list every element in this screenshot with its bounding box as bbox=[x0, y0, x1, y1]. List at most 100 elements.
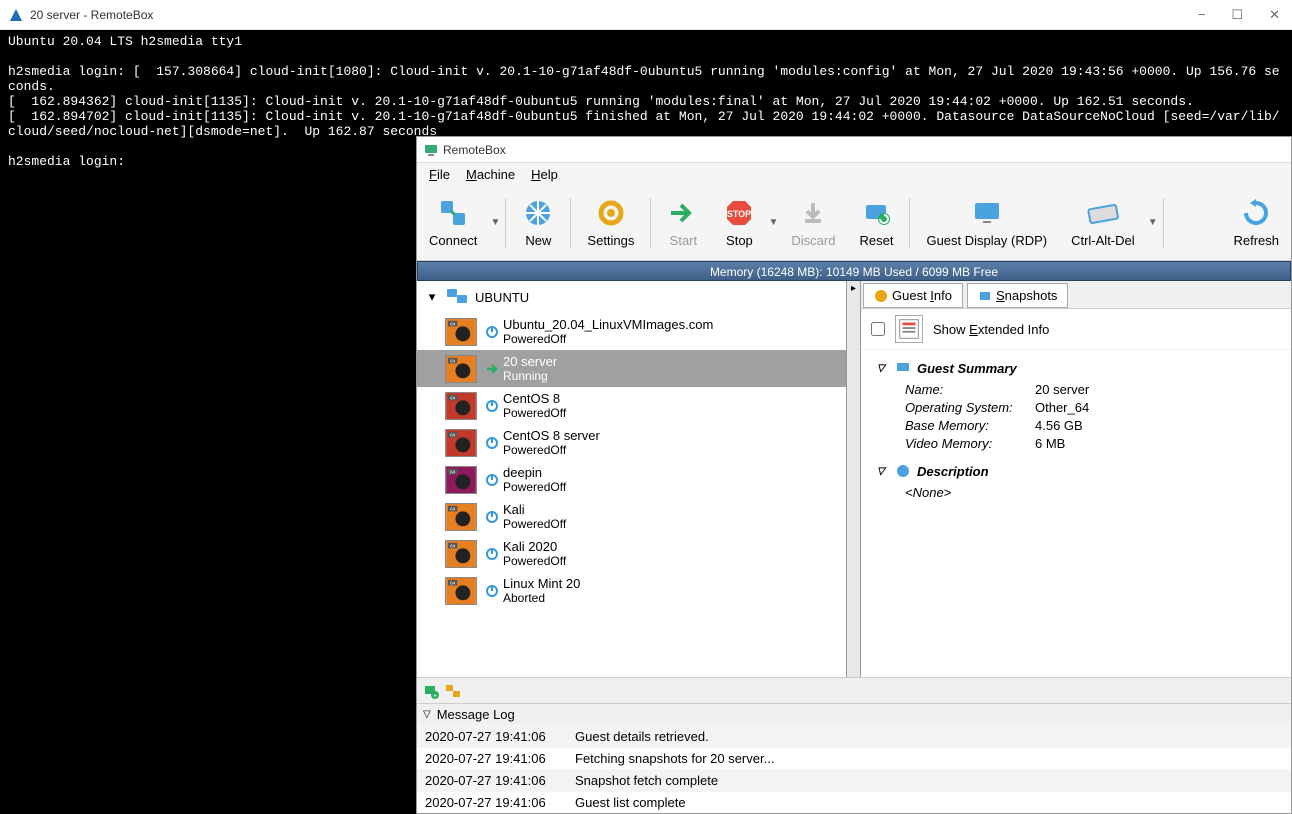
info-icon bbox=[874, 289, 888, 303]
detail-tabs: Guest Info Snapshots bbox=[861, 281, 1291, 309]
log-row: 2020-07-27 19:41:06Snapshot fetch comple… bbox=[417, 769, 1291, 791]
description-value: <None> bbox=[905, 485, 1275, 500]
discard-button[interactable]: Discard bbox=[779, 189, 847, 257]
vm-text: CentOS 8 serverPoweredOff bbox=[503, 428, 600, 457]
vid-value: 6 MB bbox=[1035, 436, 1065, 451]
menu-help[interactable]: Help bbox=[523, 165, 566, 184]
name-label: Name: bbox=[905, 382, 1035, 397]
summary-name-row: Name:20 server bbox=[905, 382, 1275, 397]
cad-dropdown[interactable]: ▼ bbox=[1147, 189, 1159, 257]
separator bbox=[909, 198, 910, 248]
add-vm-icon[interactable]: + bbox=[423, 683, 439, 699]
discard-label: Discard bbox=[791, 233, 835, 248]
separator bbox=[570, 198, 571, 248]
log-timestamp: 2020-07-27 19:41:06 bbox=[425, 773, 575, 788]
show-extended-checkbox[interactable] bbox=[871, 322, 885, 336]
maximize-button[interactable]: ☐ bbox=[1227, 5, 1247, 25]
remotebox-title: RemoteBox bbox=[443, 143, 506, 157]
vm-item[interactable]: 64CentOS 8PoweredOff bbox=[417, 387, 846, 424]
vm-state: Running bbox=[503, 369, 557, 383]
vm-name: Kali bbox=[503, 502, 566, 517]
stop-label: Stop bbox=[726, 233, 753, 248]
tab-guest-info[interactable]: Guest Info bbox=[863, 283, 963, 308]
description-title: Description bbox=[917, 464, 989, 479]
remotebox-window: RemoteBox File Machine Help Connect ▼ Ne… bbox=[416, 136, 1292, 814]
reset-button[interactable]: Reset bbox=[847, 189, 905, 257]
collapse-icon[interactable]: ▽ bbox=[877, 363, 889, 374]
vm-state-icon bbox=[485, 473, 499, 487]
log-message: Guest list complete bbox=[575, 795, 686, 810]
mem-label: Base Memory: bbox=[905, 418, 1035, 433]
connect-button[interactable]: Connect bbox=[417, 189, 489, 257]
guest-display-label: Guest Display (RDP) bbox=[926, 233, 1047, 248]
terminal-title: 20 server - RemoteBox bbox=[30, 8, 1194, 22]
vm-item[interactable]: 64Linux Mint 20Aborted bbox=[417, 572, 846, 609]
stop-dropdown[interactable]: ▼ bbox=[767, 189, 779, 257]
vm-os-icon: 64 bbox=[445, 466, 477, 494]
vm-item[interactable]: 64KaliPoweredOff bbox=[417, 498, 846, 535]
svg-text:64: 64 bbox=[450, 432, 456, 437]
remotebox-titlebar[interactable]: RemoteBox bbox=[417, 137, 1291, 163]
svg-text:64: 64 bbox=[450, 580, 456, 585]
svg-text:64: 64 bbox=[450, 395, 456, 400]
os-value: Other_64 bbox=[1035, 400, 1089, 415]
close-button[interactable]: ✕ bbox=[1265, 5, 1284, 25]
description-icon bbox=[895, 463, 911, 479]
stop-button[interactable]: STOP Stop bbox=[711, 189, 767, 257]
vm-item[interactable]: 64 deepinPoweredOff bbox=[417, 461, 846, 498]
collapse-icon[interactable]: ▽ bbox=[877, 466, 889, 477]
vm-group[interactable]: ▾ UBUNTU bbox=[417, 281, 846, 313]
minimize-button[interactable]: − bbox=[1194, 5, 1210, 25]
vm-name: Ubuntu_20.04_LinuxVMImages.com bbox=[503, 317, 713, 332]
tab-snapshots[interactable]: Snapshots bbox=[967, 283, 1068, 308]
svg-text:STOP: STOP bbox=[727, 209, 751, 219]
bottom-icon-row: + bbox=[417, 677, 1291, 703]
reset-label: Reset bbox=[859, 233, 893, 248]
vm-list-inner[interactable]: ▾ UBUNTU 64Ubuntu_20.04_LinuxVMImages.co… bbox=[417, 281, 846, 643]
log-heading-row[interactable]: ▽ Message Log bbox=[417, 703, 1291, 725]
vm-item[interactable]: 64Kali 2020PoweredOff bbox=[417, 535, 846, 572]
vm-item[interactable]: 64Ubuntu_20.04_LinuxVMImages.comPoweredO… bbox=[417, 313, 846, 350]
guest-summary-section: ▽ Guest Summary Name:20 server Operating… bbox=[877, 360, 1275, 451]
ctrl-alt-del-button[interactable]: Ctrl-Alt-Del bbox=[1059, 189, 1147, 257]
menu-machine[interactable]: Machine bbox=[458, 165, 523, 184]
vm-state: Aborted bbox=[503, 591, 580, 605]
separator bbox=[505, 198, 506, 248]
vm-name: CentOS 8 server bbox=[503, 428, 600, 443]
vm-name: 20 server bbox=[503, 354, 557, 369]
settings-icon bbox=[595, 197, 627, 229]
vm-state-icon bbox=[485, 325, 499, 339]
connect-dropdown[interactable]: ▼ bbox=[489, 189, 501, 257]
snapshot-icon bbox=[978, 289, 992, 303]
vm-text: deepinPoweredOff bbox=[503, 465, 566, 494]
description-section: ▽ Description <None> bbox=[877, 463, 1275, 500]
vm-state-icon bbox=[485, 436, 499, 450]
group-vm-icon[interactable] bbox=[445, 683, 461, 699]
log-heading: Message Log bbox=[437, 707, 515, 722]
menu-file[interactable]: File bbox=[421, 165, 458, 184]
start-icon bbox=[667, 197, 699, 229]
vm-os-icon: 64 bbox=[445, 577, 477, 605]
vm-item[interactable]: 64 CentOS 8 serverPoweredOff bbox=[417, 424, 846, 461]
vm-os-icon: 64 bbox=[445, 392, 477, 420]
summary-title: Guest Summary bbox=[917, 361, 1017, 376]
group-label: UBUNTU bbox=[475, 290, 529, 305]
vm-state: PoweredOff bbox=[503, 332, 713, 346]
start-button[interactable]: Start bbox=[655, 189, 711, 257]
tree-toggle-icon[interactable]: ▾ bbox=[425, 289, 439, 305]
guest-display-button[interactable]: Guest Display (RDP) bbox=[914, 189, 1059, 257]
new-button[interactable]: New bbox=[510, 189, 566, 257]
svg-text:+: + bbox=[433, 693, 437, 699]
guest-summary-heading[interactable]: ▽ Guest Summary bbox=[877, 360, 1275, 376]
menubar: File Machine Help bbox=[417, 163, 1291, 185]
vm-text: Kali 2020PoweredOff bbox=[503, 539, 566, 568]
log-collapse-icon[interactable]: ▽ bbox=[423, 709, 431, 720]
side-expand-icon[interactable]: ▸ bbox=[847, 281, 860, 296]
settings-button[interactable]: Settings bbox=[575, 189, 646, 257]
vm-os-icon: 64 bbox=[445, 503, 477, 531]
details-panel: Guest Info Snapshots Show Extended Info … bbox=[861, 281, 1291, 677]
discard-icon bbox=[797, 197, 829, 229]
refresh-button[interactable]: Refresh bbox=[1221, 189, 1291, 257]
vm-item[interactable]: 6420 serverRunning bbox=[417, 350, 846, 387]
description-heading[interactable]: ▽ Description bbox=[877, 463, 1275, 479]
